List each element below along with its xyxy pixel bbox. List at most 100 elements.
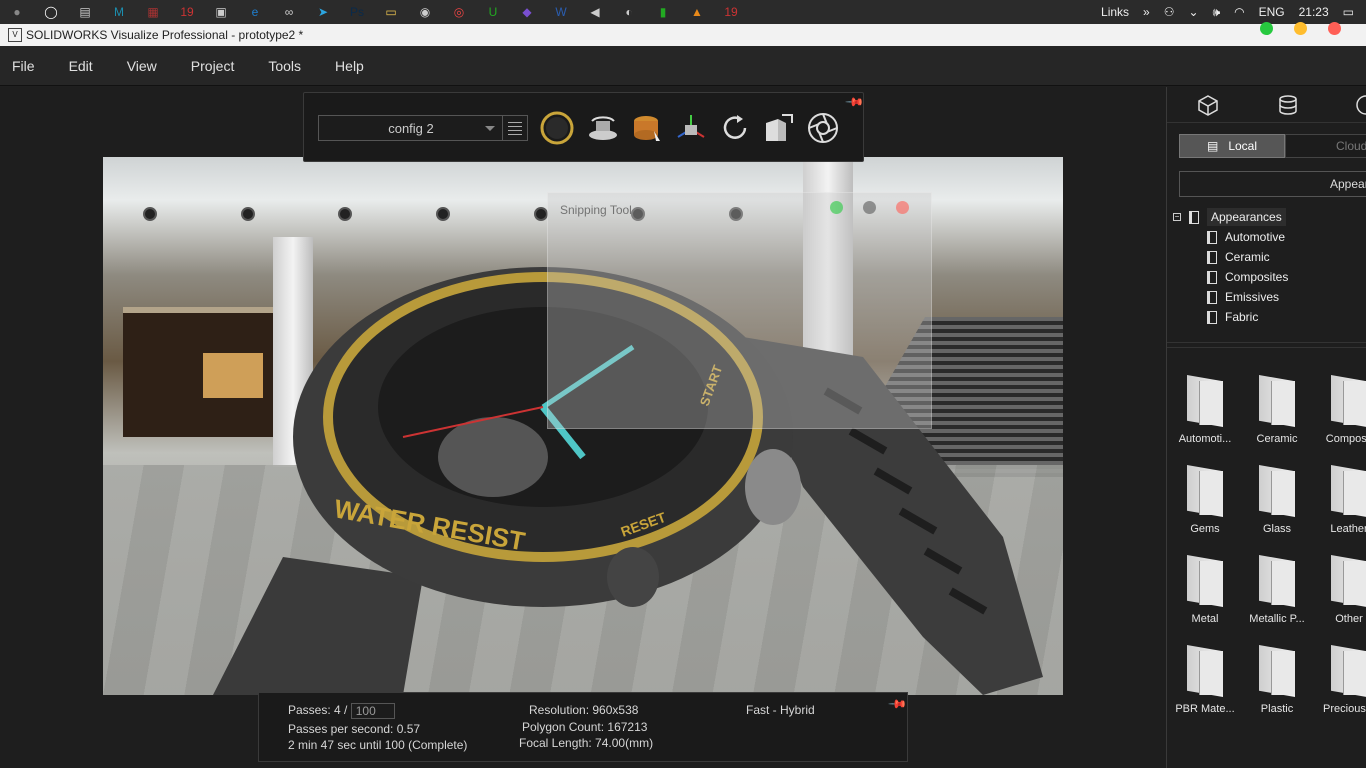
m-app-icon[interactable]: M: [108, 3, 130, 21]
snip-red-dot[interactable]: [896, 201, 909, 214]
clock[interactable]: 21:23: [1299, 5, 1329, 19]
appearance-folder-tile[interactable]: Ceramic: [1241, 367, 1313, 447]
menu-help[interactable]: Help: [335, 58, 364, 74]
green-app-icon[interactable]: ▮: [652, 3, 674, 21]
tile-label: Other: [1335, 613, 1363, 625]
folder-icon-inner: [1271, 651, 1295, 695]
app-2019b-icon[interactable]: 19: [720, 3, 742, 21]
menu-project[interactable]: Project: [191, 58, 235, 74]
appearance-folder-tile[interactable]: Gems: [1169, 457, 1241, 537]
pin-icon[interactable]: 📌: [888, 694, 908, 714]
edge-icon[interactable]: e: [244, 3, 266, 21]
local-tab[interactable]: ▤ Local: [1179, 134, 1285, 158]
folder-icon-inner: [1343, 651, 1366, 695]
menu-file[interactable]: File: [12, 58, 35, 74]
book-icon: [1207, 310, 1217, 324]
appearance-folder-tile[interactable]: Plastic: [1241, 637, 1313, 717]
chevron-right-icon[interactable]: »: [1143, 5, 1150, 19]
menu-view[interactable]: View: [127, 58, 157, 74]
folder-icon-inner: [1343, 381, 1366, 425]
pin-icon[interactable]: 📌: [845, 92, 865, 112]
cloud-label: Cloud: [1336, 139, 1366, 153]
store-icon[interactable]: ▣: [210, 3, 232, 21]
appearances-button[interactable]: Appear: [1179, 171, 1366, 197]
library-database-icon[interactable]: [1275, 93, 1301, 117]
user-icon[interactable]: ⚇: [1164, 5, 1175, 19]
folder-icon-inner: [1343, 471, 1366, 515]
menu-edit[interactable]: Edit: [69, 58, 93, 74]
snip-gray-dot[interactable]: [863, 201, 876, 214]
rar-icon[interactable]: ▦: [142, 3, 164, 21]
u-app-icon[interactable]: U: [482, 3, 504, 21]
appearance-folder-tile[interactable]: Metallic P...: [1241, 547, 1313, 627]
word-icon[interactable]: W: [550, 3, 572, 21]
refresh-icon[interactable]: [718, 111, 752, 145]
tree-item[interactable]: Ceramic: [1173, 247, 1366, 267]
chrome-icon[interactable]: ◎: [448, 3, 470, 21]
circle-icon[interactable]: ◯: [40, 3, 62, 21]
window-close-button[interactable]: [1328, 22, 1341, 35]
folder-icon-inner: [1199, 471, 1223, 515]
appearance-folder-tile[interactable]: Other: [1313, 547, 1366, 627]
language-indicator[interactable]: ENG: [1259, 5, 1285, 19]
tree-item[interactable]: Automotive: [1173, 227, 1366, 247]
book-icon: [1207, 250, 1217, 264]
unity-icon[interactable]: ◀: [584, 3, 606, 21]
steam-icon[interactable]: ◉: [414, 3, 436, 21]
turntable-icon[interactable]: [586, 111, 620, 145]
volume-icon[interactable]: 🕪: [1213, 5, 1221, 20]
tile-label: Plastic: [1260, 703, 1294, 715]
model-cube-icon[interactable]: [1195, 93, 1221, 117]
chevron-down-icon[interactable]: ⌄: [1189, 5, 1199, 19]
menu-tools[interactable]: Tools: [268, 58, 301, 74]
app-2019-icon[interactable]: 19: [176, 3, 198, 21]
cloud-tab[interactable]: Cloud: [1285, 134, 1366, 158]
appearance-folder-tile[interactable]: Metal: [1169, 547, 1241, 627]
system-tray: Links » ⚇ ⌄ 🕪 ◠ ENG 21:23 ▭: [1094, 0, 1366, 24]
apple-icon[interactable]: ●: [6, 3, 28, 21]
wifi-icon[interactable]: ◠: [1234, 5, 1244, 19]
appearance-folder-tile[interactable]: Leather: [1313, 457, 1366, 537]
links-label[interactable]: Links: [1101, 5, 1129, 19]
appearance-folder-tile[interactable]: PBR Mate...: [1169, 637, 1241, 717]
palette-icon[interactable]: [1353, 93, 1366, 117]
export-view-icon[interactable]: [762, 111, 796, 145]
tree-item[interactable]: Emissives: [1173, 287, 1366, 307]
tree-item[interactable]: Fabric: [1173, 307, 1366, 327]
vlc-icon[interactable]: ▲: [686, 3, 708, 21]
appearance-folder-tile[interactable]: Composit: [1313, 367, 1366, 447]
tree-root-row[interactable]: − Appearances: [1173, 207, 1366, 227]
render-viewport[interactable]: WATER RESIST RESET START Snipping Tool: [103, 157, 1063, 695]
tree-item[interactable]: Composites: [1173, 267, 1366, 287]
appearance-folder-tile[interactable]: Precious...: [1313, 637, 1366, 717]
configuration-select[interactable]: config 2: [318, 115, 504, 141]
photoshop-icon[interactable]: Ps: [346, 3, 368, 21]
configuration-list-button[interactable]: [502, 115, 528, 141]
visualize-icon[interactable]: ◐: [618, 3, 640, 21]
notification-icon[interactable]: ▭: [1343, 5, 1354, 19]
passes-target-input[interactable]: 100: [350, 703, 395, 719]
folder-icon[interactable]: ▭: [380, 3, 402, 21]
transform-axes-icon[interactable]: [674, 111, 708, 145]
window-maximize-button[interactable]: [1260, 22, 1273, 35]
passes-label: Passes: 4 /: [288, 703, 348, 718]
tile-label: Glass: [1262, 523, 1292, 535]
tree-root-label: Appearances: [1207, 208, 1286, 226]
render-mode-icon[interactable]: [540, 111, 574, 145]
tile-label: Ceramic: [1256, 433, 1298, 445]
aperture-icon[interactable]: [806, 111, 840, 145]
window-minimize-button[interactable]: [1294, 22, 1307, 35]
window-icon[interactable]: ▤: [74, 3, 96, 21]
appearance-paint-icon[interactable]: [630, 111, 664, 145]
telegram-icon[interactable]: ➤: [312, 3, 334, 21]
snip-green-dot[interactable]: [830, 201, 843, 214]
folder-icon-inner: [1199, 561, 1223, 605]
collapse-icon[interactable]: −: [1173, 213, 1181, 221]
appearance-folder-tile[interactable]: Automoti...: [1169, 367, 1241, 447]
appearance-folder-tile[interactable]: Glass: [1241, 457, 1313, 537]
panel-splitter[interactable]: [1167, 342, 1366, 348]
tile-label: PBR Mate...: [1175, 703, 1235, 715]
infinity-icon[interactable]: ∞: [278, 3, 300, 21]
snipping-tool-overlay[interactable]: Snipping Tool: [547, 192, 932, 429]
visual-studio-icon[interactable]: ◆: [516, 3, 538, 21]
